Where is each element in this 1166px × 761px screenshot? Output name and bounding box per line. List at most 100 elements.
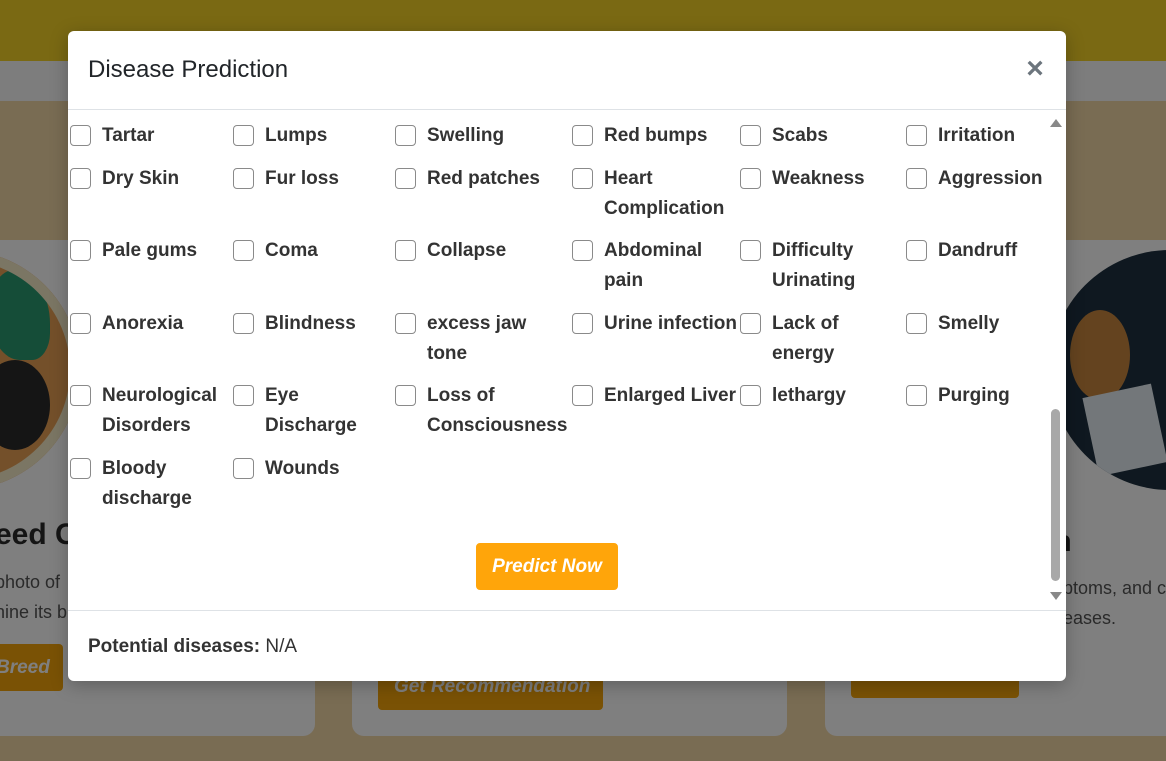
- symptom-option[interactable]: Lumps: [233, 121, 391, 151]
- symptom-checkbox[interactable]: [906, 168, 927, 189]
- symptom-checkbox[interactable]: [70, 458, 91, 479]
- symptom-option[interactable]: excess jaw tone: [395, 309, 570, 369]
- symptom-checkbox[interactable]: [740, 385, 761, 406]
- symptom-label: Tartar: [102, 125, 155, 146]
- symptom-checkbox[interactable]: [572, 385, 593, 406]
- symptom-option[interactable]: Enlarged Liver: [572, 381, 737, 411]
- symptom-checkbox[interactable]: [70, 168, 91, 189]
- symptom-checkbox[interactable]: [70, 313, 91, 334]
- symptom-option[interactable]: Smelly: [906, 309, 1051, 339]
- symptom-checkbox[interactable]: [572, 240, 593, 261]
- predict-now-button[interactable]: Predict Now: [476, 543, 618, 590]
- modal-title: Disease Prediction: [88, 56, 289, 83]
- symptom-option[interactable]: Red patches: [395, 164, 570, 194]
- symptom-checkbox[interactable]: [906, 240, 927, 261]
- symptom-label: Bloody discharge: [102, 458, 192, 509]
- symptom-label: Irritation: [938, 125, 1016, 146]
- symptom-checkbox[interactable]: [233, 385, 254, 406]
- symptom-option[interactable]: Swelling: [395, 121, 570, 151]
- symptom-option[interactable]: Blindness: [233, 309, 391, 339]
- symptom-label: Difficulty Urinating: [772, 240, 856, 291]
- disease-prediction-modal: Disease Prediction × Tartar Lumps Swelling…: [68, 31, 1066, 681]
- symptom-label: excess jaw tone: [427, 313, 527, 364]
- symptom-option[interactable]: Neurological Disorders: [70, 381, 230, 441]
- symptom-option[interactable]: Dandruff: [906, 236, 1051, 266]
- symptom-option[interactable]: Scabs: [740, 121, 904, 151]
- symptom-checkbox[interactable]: [70, 385, 91, 406]
- symptom-checkbox[interactable]: [395, 240, 416, 261]
- symptom-label: Enlarged Liver: [604, 385, 736, 406]
- symptom-label: Neurological Disorders: [102, 385, 218, 436]
- potential-diseases-result: Potential diseases: N/A: [88, 636, 297, 658]
- symptom-option[interactable]: Lack of energy: [740, 309, 904, 369]
- symptom-label: Dry Skin: [102, 168, 180, 189]
- symptom-label: Eye Discharge: [265, 385, 357, 436]
- symptom-label: Red patches: [427, 168, 540, 189]
- symptom-checkbox[interactable]: [740, 125, 761, 146]
- symptom-checkbox[interactable]: [233, 168, 254, 189]
- symptom-checkbox[interactable]: [572, 313, 593, 334]
- scroll-down-arrow-icon[interactable]: [1050, 592, 1062, 600]
- symptom-checkbox[interactable]: [906, 125, 927, 146]
- symptom-checkbox[interactable]: [572, 168, 593, 189]
- symptom-option[interactable]: Dry Skin: [70, 164, 230, 194]
- symptom-option[interactable]: Coma: [233, 236, 391, 266]
- symptom-checkbox[interactable]: [740, 240, 761, 261]
- symptom-option[interactable]: Purging: [906, 381, 1051, 411]
- symptom-label: Lumps: [265, 125, 328, 146]
- symptom-option[interactable]: Bloody discharge: [70, 454, 230, 514]
- symptom-label: Weakness: [772, 168, 865, 189]
- symptom-option[interactable]: Irritation: [906, 121, 1051, 151]
- symptom-option[interactable]: Anorexia: [70, 309, 230, 339]
- scrollbar[interactable]: [1049, 117, 1063, 603]
- symptom-label: Aggression: [938, 168, 1043, 189]
- symptom-checkbox[interactable]: [740, 313, 761, 334]
- symptom-label: Heart Complication: [604, 168, 725, 219]
- symptom-checkbox[interactable]: [395, 125, 416, 146]
- symptom-checkbox[interactable]: [233, 125, 254, 146]
- symptom-checkbox[interactable]: [70, 240, 91, 261]
- symptom-label: Wounds: [265, 458, 340, 479]
- potential-diseases-label: Potential diseases:: [88, 636, 261, 657]
- symptom-option[interactable]: Fur loss: [233, 164, 391, 194]
- symptom-checkbox[interactable]: [233, 458, 254, 479]
- symptom-option[interactable]: Aggression: [906, 164, 1051, 194]
- symptom-checkbox[interactable]: [395, 168, 416, 189]
- symptom-checkbox[interactable]: [740, 168, 761, 189]
- symptom-option[interactable]: Heart Complication: [572, 164, 737, 224]
- symptom-label: Abdominal pain: [604, 240, 703, 291]
- symptom-label: Anorexia: [102, 313, 184, 334]
- symptom-checkbox[interactable]: [395, 313, 416, 334]
- symptom-label: Blindness: [265, 313, 356, 334]
- modal-header: Disease Prediction ×: [68, 31, 1066, 110]
- modal-footer: Potential diseases: N/A: [68, 610, 1066, 681]
- symptom-option[interactable]: Difficulty Urinating: [740, 236, 904, 296]
- symptom-option[interactable]: Loss of Consciousness: [395, 381, 570, 441]
- symptom-checkbox[interactable]: [572, 125, 593, 146]
- symptom-checkbox[interactable]: [70, 125, 91, 146]
- symptom-label: Purging: [938, 385, 1010, 406]
- symptom-label: Coma: [265, 240, 318, 261]
- potential-diseases-value: N/A: [265, 636, 298, 657]
- symptom-option[interactable]: Tartar: [70, 121, 230, 151]
- symptom-checkbox[interactable]: [233, 240, 254, 261]
- symptom-option[interactable]: Red bumps: [572, 121, 737, 151]
- symptom-label: lethargy: [772, 385, 846, 406]
- symptom-checkbox[interactable]: [233, 313, 254, 334]
- scroll-up-arrow-icon[interactable]: [1050, 119, 1062, 127]
- close-button[interactable]: ×: [1018, 53, 1052, 87]
- symptom-checkbox[interactable]: [395, 385, 416, 406]
- symptom-option[interactable]: Pale gums: [70, 236, 230, 266]
- symptom-option[interactable]: Urine infection: [572, 309, 737, 339]
- symptom-checkbox[interactable]: [906, 385, 927, 406]
- symptom-option[interactable]: lethargy: [740, 381, 904, 411]
- symptom-label: Urine infection: [604, 313, 738, 334]
- scrollbar-thumb[interactable]: [1051, 409, 1060, 581]
- symptom-label: Smelly: [938, 313, 1000, 334]
- symptom-option[interactable]: Weakness: [740, 164, 904, 194]
- symptom-option[interactable]: Wounds: [233, 454, 391, 484]
- symptom-option[interactable]: Eye Discharge: [233, 381, 391, 441]
- symptom-checkbox[interactable]: [906, 313, 927, 334]
- symptom-option[interactable]: Abdominal pain: [572, 236, 737, 296]
- symptom-option[interactable]: Collapse: [395, 236, 570, 266]
